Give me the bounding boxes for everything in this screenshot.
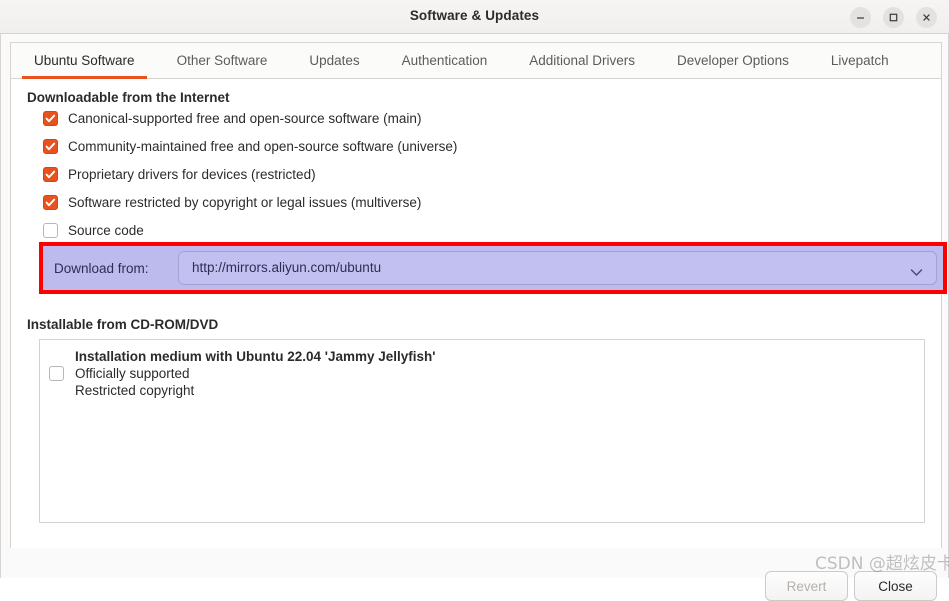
- checkbox-label: Source code: [68, 223, 144, 238]
- checkbox-checked-icon[interactable]: [43, 111, 58, 126]
- download-from-value: http://mirrors.aliyun.com/ubuntu: [192, 260, 381, 275]
- tab-label: Ubuntu Software: [34, 53, 135, 68]
- section-heading-internet: Downloadable from the Internet: [27, 90, 230, 105]
- tab-label: Authentication: [402, 53, 488, 68]
- checkbox-label: Proprietary drivers for devices (restric…: [68, 167, 316, 182]
- tab-developer-options[interactable]: Developer Options: [656, 43, 810, 78]
- medium-title: Installation medium with Ubuntu 22.04 'J…: [75, 348, 436, 365]
- maximize-button[interactable]: [883, 7, 904, 28]
- software-updates-window: Software & Updates Ubuntu Software: [0, 0, 949, 578]
- tab-label: Additional Drivers: [529, 53, 635, 68]
- medium-line-2: Officially supported: [75, 365, 436, 382]
- checkbox-label: Canonical-supported free and open-source…: [68, 111, 421, 126]
- checkbox-checked-icon[interactable]: [43, 195, 58, 210]
- notebook: Ubuntu Software Other Software Updates A…: [10, 42, 942, 548]
- checkbox-row-multiverse[interactable]: Software restricted by copyright or lega…: [43, 192, 421, 212]
- titlebar: Software & Updates: [0, 0, 949, 34]
- medium-text-block: Installation medium with Ubuntu 22.04 'J…: [75, 348, 436, 399]
- download-from-dropdown[interactable]: http://mirrors.aliyun.com/ubuntu: [178, 251, 937, 285]
- tab-label: Other Software: [177, 53, 268, 68]
- revert-button[interactable]: Revert: [765, 571, 848, 601]
- checkbox-label: Software restricted by copyright or lega…: [68, 195, 421, 210]
- tab-label: Updates: [309, 53, 359, 68]
- tab-other-software[interactable]: Other Software: [156, 43, 289, 78]
- tab-updates[interactable]: Updates: [288, 43, 380, 78]
- close-icon: [921, 12, 932, 23]
- checkbox-checked-icon[interactable]: [43, 167, 58, 182]
- tab-label: Livepatch: [831, 53, 889, 68]
- cdrom-list-box[interactable]: Installation medium with Ubuntu 22.04 'J…: [39, 339, 925, 523]
- tab-authentication[interactable]: Authentication: [381, 43, 509, 78]
- list-item[interactable]: Installation medium with Ubuntu 22.04 'J…: [49, 348, 436, 399]
- tab-additional-drivers[interactable]: Additional Drivers: [508, 43, 656, 78]
- window-body: Ubuntu Software Other Software Updates A…: [0, 34, 949, 578]
- window-title: Software & Updates: [0, 8, 949, 23]
- checkbox-checked-icon[interactable]: [43, 139, 58, 154]
- checkbox-label: Community-maintained free and open-sourc…: [68, 139, 457, 154]
- tab-ubuntu-software[interactable]: Ubuntu Software: [13, 43, 156, 78]
- checkbox-row-source-code[interactable]: Source code: [43, 220, 144, 240]
- revert-button-label: Revert: [787, 579, 827, 594]
- checkbox-row-restricted[interactable]: Proprietary drivers for devices (restric…: [43, 164, 316, 184]
- close-button-label: Close: [878, 579, 913, 594]
- checkbox-row-main[interactable]: Canonical-supported free and open-source…: [43, 108, 421, 128]
- checkbox-row-universe[interactable]: Community-maintained free and open-sourc…: [43, 136, 457, 156]
- tab-label: Developer Options: [677, 53, 789, 68]
- minimize-icon: [855, 12, 866, 23]
- section-heading-cdrom: Installable from CD-ROM/DVD: [27, 317, 218, 332]
- download-from-annotation-box: Download from: http://mirrors.aliyun.com…: [39, 242, 947, 294]
- tab-bar: Ubuntu Software Other Software Updates A…: [11, 43, 941, 79]
- checkbox-unchecked-icon[interactable]: [43, 223, 58, 238]
- close-window-button[interactable]: [916, 7, 937, 28]
- download-from-label: Download from:: [54, 261, 149, 276]
- minimize-button[interactable]: [850, 7, 871, 28]
- close-button[interactable]: Close: [854, 571, 937, 601]
- tab-livepatch[interactable]: Livepatch: [810, 43, 910, 78]
- medium-line-3: Restricted copyright: [75, 382, 436, 399]
- checkbox-unchecked-icon[interactable]: [49, 366, 64, 381]
- maximize-icon: [888, 12, 899, 23]
- tab-content-ubuntu-software: Downloadable from the Internet Canonical…: [11, 79, 941, 548]
- chevron-down-icon: [910, 264, 923, 282]
